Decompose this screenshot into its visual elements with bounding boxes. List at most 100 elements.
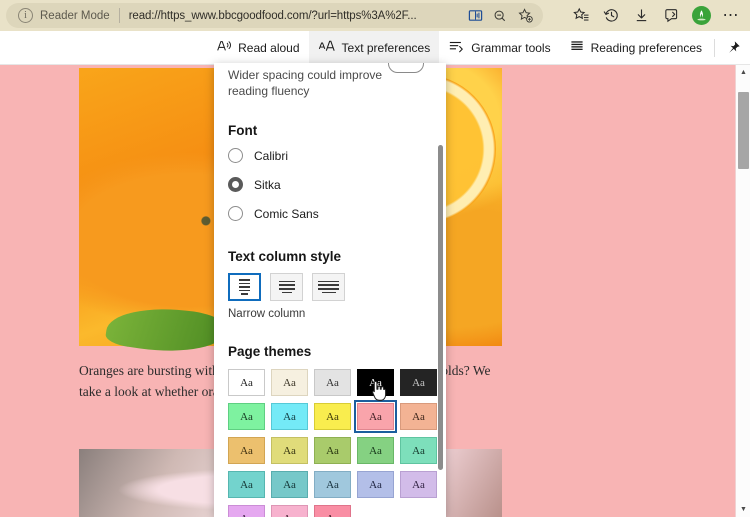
site-info-icon[interactable]: i <box>18 8 33 23</box>
profile-avatar[interactable] <box>686 2 716 30</box>
flyout-scrollbar[interactable] <box>438 63 444 517</box>
page-theme-sample-label: Aa <box>326 478 339 491</box>
address-bar[interactable]: i Reader Mode read://https_www.bbcgoodfo… <box>6 3 543 28</box>
reader-toolbar-item-reading-preferences[interactable]: Reading preferences <box>560 31 711 64</box>
page-theme-mint-green[interactable]: Aa <box>228 403 265 430</box>
radio-selected-icon <box>228 177 243 192</box>
page-theme-default[interactable]: Aa <box>228 369 265 396</box>
font-option-calibri[interactable]: Calibri <box>228 144 432 167</box>
settings-and-more-icon[interactable]: ⋯ <box>716 2 746 30</box>
radio-icon <box>228 148 243 163</box>
text-column-style-narrow-button[interactable] <box>228 273 261 301</box>
reader-toolbar-label: Read aloud <box>238 40 300 55</box>
font-option-label: Comic Sans <box>254 206 319 221</box>
url-text[interactable]: read://https_www.bbcgoodfood.com/?url=ht… <box>129 10 462 22</box>
scroll-down-arrow-icon[interactable]: ▼ <box>736 502 750 517</box>
font-option-label: Calibri <box>254 148 289 163</box>
page-scrollbar-thumb[interactable] <box>738 92 749 169</box>
page-theme-sample-label: Aa <box>369 410 382 423</box>
pin-icon[interactable] <box>718 31 748 64</box>
page-theme-sample-label: Aa <box>326 410 339 423</box>
page-theme-sample-label: Aa <box>283 410 296 423</box>
page-theme-sand[interactable]: Aa <box>228 437 265 464</box>
page-theme-sample-label: Aa <box>412 376 425 389</box>
grammar-tools-icon <box>448 39 465 56</box>
reader-toolbar-label: Reading preferences <box>590 40 702 55</box>
reader-toolbar-item-grammar-tools[interactable]: Grammar tools <box>439 31 559 64</box>
reader-toolbar-item-read-aloud[interactable]: Read aloud <box>207 31 308 64</box>
page-theme-sample-label: Aa <box>240 376 253 389</box>
page-theme-pink[interactable]: Aa <box>271 505 308 517</box>
font-option-label: Sitka <box>254 177 281 192</box>
page-theme-teal[interactable]: Aa <box>271 471 308 498</box>
page-theme-periwinkle[interactable]: Aa <box>357 471 394 498</box>
toolbar-divider <box>714 38 715 57</box>
page-theme-sample-label: Aa <box>240 444 253 457</box>
page-theme-sample-label: Aa <box>326 376 339 389</box>
page-scrollbar[interactable]: ▲ ▼ <box>735 65 750 517</box>
page-theme-sample-label: Aa <box>326 513 339 517</box>
page-theme-yellow[interactable]: Aa <box>314 403 351 430</box>
page-theme-cyan[interactable]: Aa <box>271 403 308 430</box>
font-section-title: Font <box>228 123 258 138</box>
browser-toolbar-icons: ⋯ <box>566 0 746 31</box>
immersive-reader-icon[interactable] <box>463 5 487 27</box>
text-column-style-wide-button[interactable] <box>312 273 345 301</box>
page-theme-lavender[interactable]: Aa <box>400 471 437 498</box>
reader-toolbar-label: Grammar tools <box>471 40 551 55</box>
text-column-style-moderate-button[interactable] <box>270 273 303 301</box>
page-theme-olive-green[interactable]: Aa <box>314 437 351 464</box>
page-theme-sample-label: Aa <box>283 444 296 457</box>
page-theme-sample-label: Aa <box>412 478 425 491</box>
reader-toolbar-item-text-preferences[interactable]: Text preferences <box>308 31 440 64</box>
text-column-style-options <box>228 273 432 301</box>
ellipsis-glyph: ⋯ <box>722 6 740 24</box>
reader-mode-label: Reader Mode <box>40 9 110 22</box>
page-theme-dark-grey[interactable]: Aa <box>400 369 437 396</box>
flyout-scrollbar-thumb[interactable] <box>438 145 443 470</box>
page-theme-light-green[interactable]: Aa <box>357 437 394 464</box>
narrow-column-icon <box>239 279 250 295</box>
omnibox-divider <box>118 8 120 23</box>
reader-toolbar-label: Text preferences <box>341 40 431 55</box>
page-theme-rose[interactable]: Aa <box>314 505 351 517</box>
read-aloud-icon <box>216 39 232 56</box>
text-preferences-icon <box>318 39 336 56</box>
page-theme-sample-label: Aa <box>369 376 382 389</box>
text-spacing-toggle[interactable] <box>388 63 424 73</box>
favorites-icon[interactable] <box>566 2 596 30</box>
page-theme-grey[interactable]: Aa <box>314 369 351 396</box>
orange-leaf-shape-2 <box>104 299 230 361</box>
text-preferences-flyout: Text spacing Wider spacing could improve… <box>214 63 446 517</box>
scroll-up-arrow-icon[interactable]: ▲ <box>736 65 750 80</box>
text-spacing-caption: Wider spacing could improve reading flue… <box>228 68 383 98</box>
page-theme-sample-label: Aa <box>283 478 296 491</box>
reading-preferences-icon <box>569 39 585 56</box>
page-theme-sample-label: Aa <box>369 444 382 457</box>
page-theme-sample-label: Aa <box>283 513 296 517</box>
reader-toolbar: Read aloud Text preferences Grammar tool… <box>0 31 750 65</box>
page-themes-grid: Aa Aa Aa Aa Aa Aa Aa Aa Aa Aa Aa Aa Aa Aa Aa Aa Aa Aa Aa Aa… <box>228 369 437 517</box>
font-option-sitka[interactable]: Sitka <box>228 173 432 196</box>
font-option-comic-sans[interactable]: Comic Sans <box>228 202 432 225</box>
browser-chrome-bar: i Reader Mode read://https_www.bbcgoodfo… <box>0 0 750 31</box>
radio-icon <box>228 206 243 221</box>
page-theme-sample-label: Aa <box>240 410 253 423</box>
page-theme-black[interactable]: Aa <box>357 369 394 396</box>
add-favorite-icon[interactable] <box>513 5 537 27</box>
page-theme-khaki[interactable]: Aa <box>271 437 308 464</box>
page-theme-orchid[interactable]: Aa <box>228 505 265 517</box>
page-theme-sky-blue[interactable]: Aa <box>314 471 351 498</box>
page-theme-peach[interactable]: Aa <box>400 403 437 430</box>
page-theme-salmon-pink[interactable]: Aa <box>354 400 397 433</box>
page-theme-sample-label: Aa <box>412 410 425 423</box>
page-theme-sample-label: Aa <box>283 376 296 389</box>
browser-window: i Reader Mode read://https_www.bbcgoodfo… <box>0 0 750 517</box>
history-icon[interactable] <box>596 2 626 30</box>
downloads-icon[interactable] <box>626 2 656 30</box>
page-theme-sea-green[interactable]: Aa <box>400 437 437 464</box>
page-theme-sepia[interactable]: Aa <box>271 369 308 396</box>
collections-icon[interactable] <box>656 2 686 30</box>
page-theme-turquoise[interactable]: Aa <box>228 471 265 498</box>
zoom-out-icon[interactable] <box>488 5 512 27</box>
